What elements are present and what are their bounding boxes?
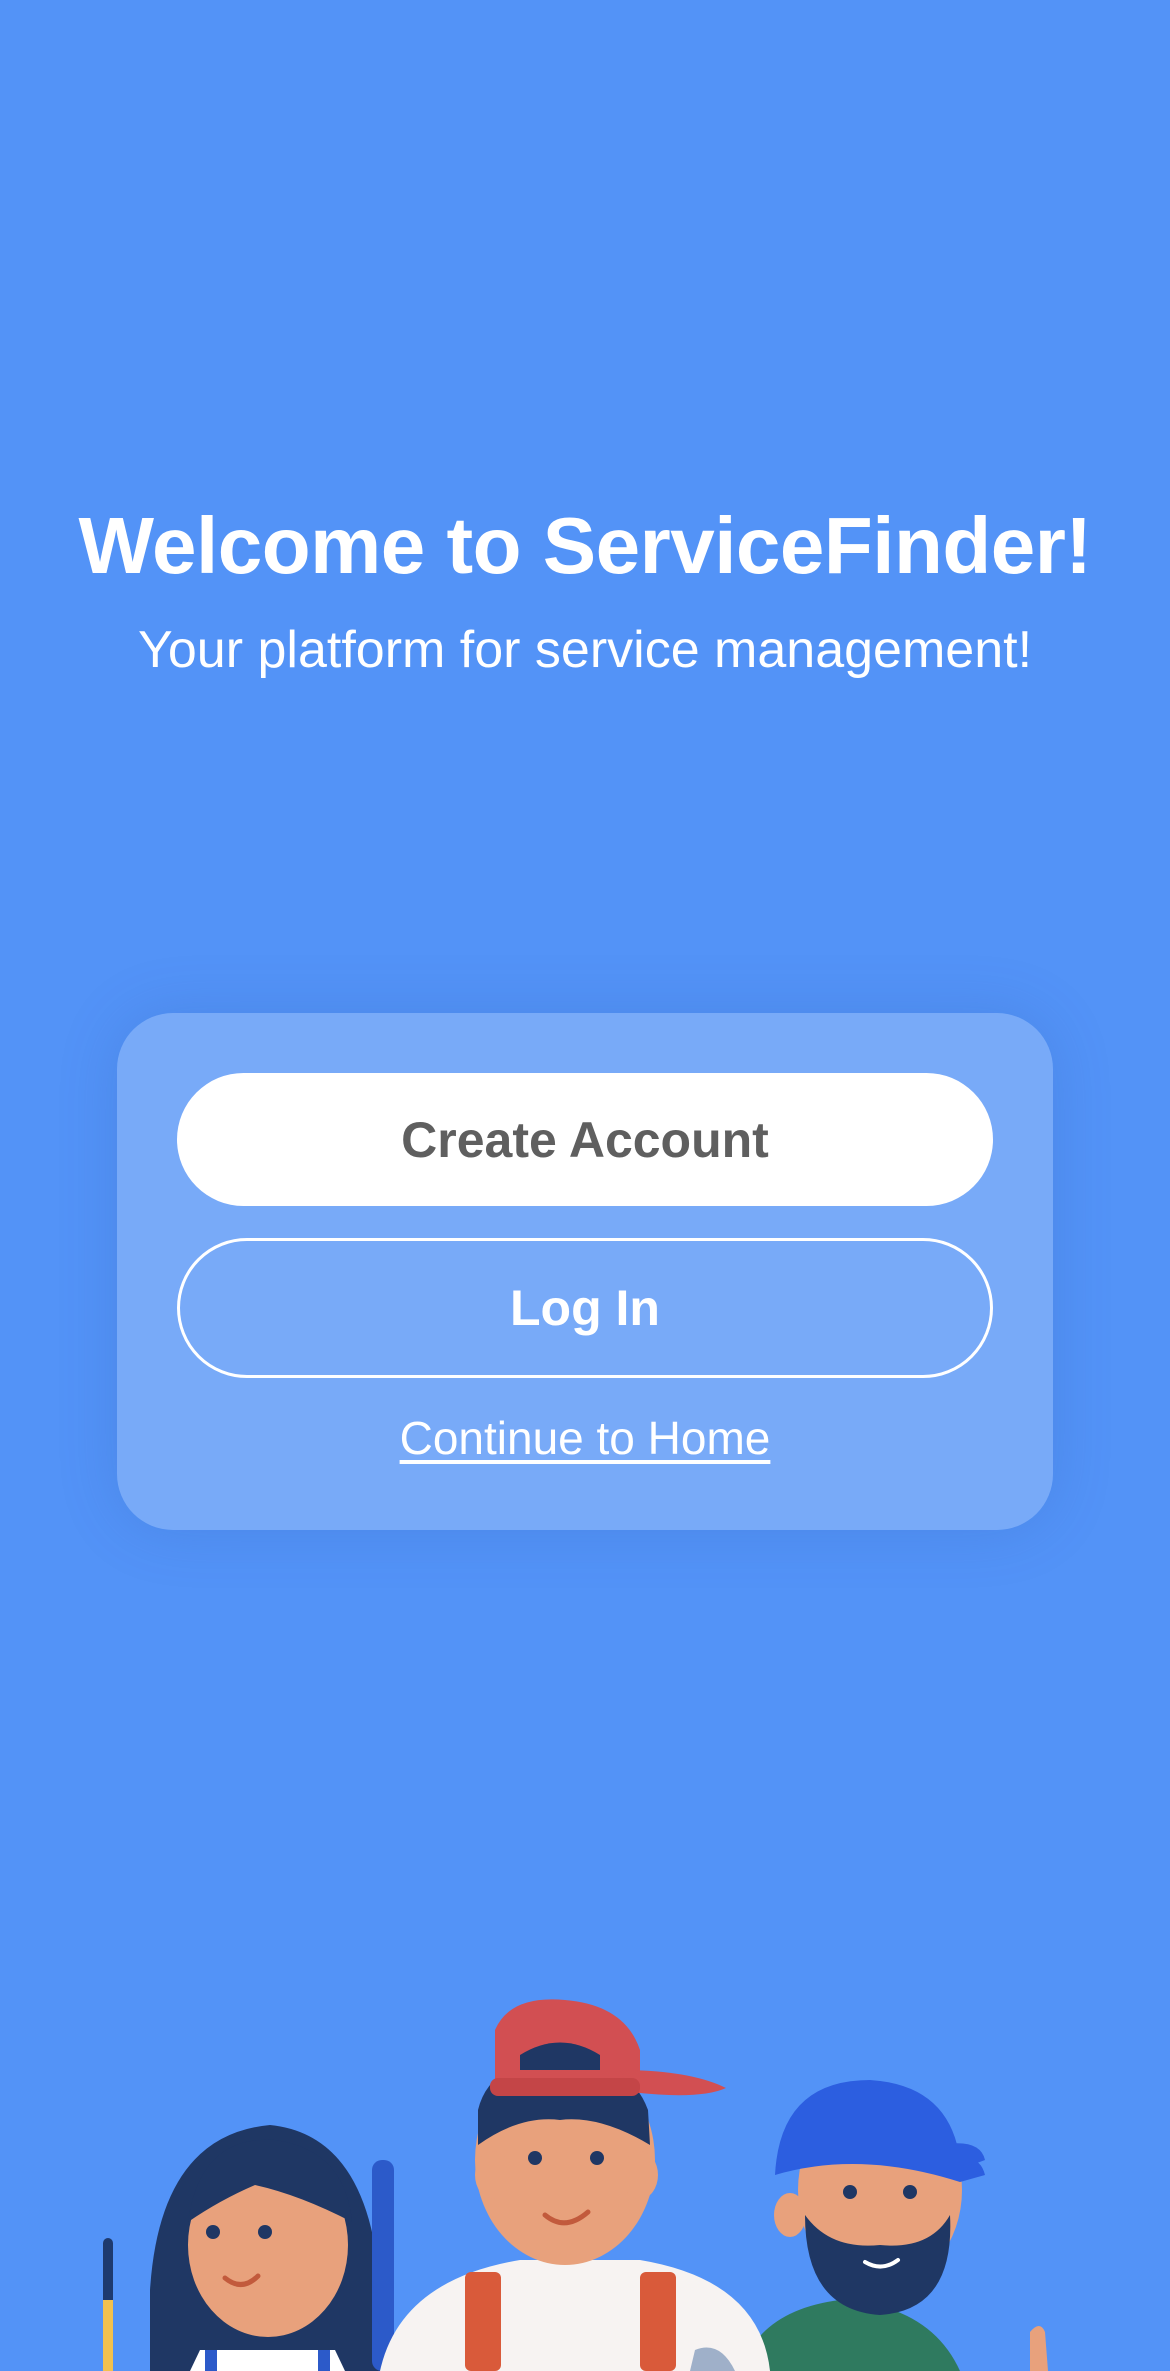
create-account-button[interactable]: Create Account <box>177 1073 993 1206</box>
page-title: Welcome to ServiceFinder! <box>78 501 1092 590</box>
woman-worker-figure <box>150 2125 394 2371</box>
service-workers-illustration <box>103 1999 1048 2371</box>
auth-card: Create Account Log In Continue to Home <box>117 1013 1053 1530</box>
bearded-worker-figure <box>740 2080 1048 2371</box>
capped-worker-figure <box>380 1999 770 2371</box>
welcome-screen: Welcome to ServiceFinder! Your platform … <box>0 0 1170 2371</box>
login-button[interactable]: Log In <box>177 1238 993 1378</box>
continue-home-link[interactable]: Continue to Home <box>117 1411 1053 1465</box>
paintbrush-icon <box>103 2238 113 2371</box>
page-subtitle: Your platform for service management! <box>137 621 1033 679</box>
